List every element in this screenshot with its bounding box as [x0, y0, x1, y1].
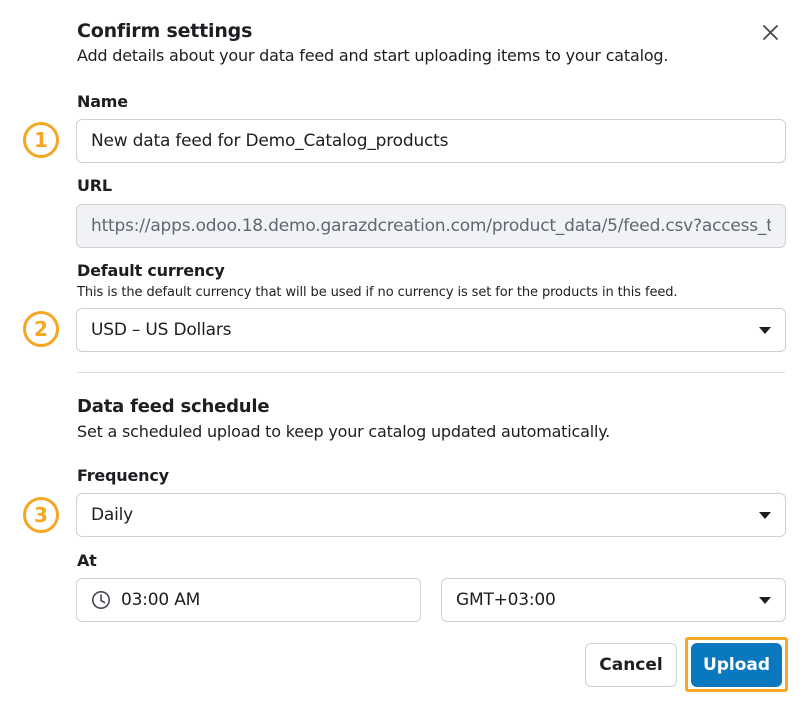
frequency-label: Frequency [77, 466, 169, 485]
time-input[interactable]: 03:00 AM [76, 578, 421, 622]
chevron-down-icon [759, 326, 771, 334]
frequency-select[interactable]: Daily [76, 493, 786, 537]
currency-help: This is the default currency that will b… [77, 285, 678, 300]
cancel-button[interactable]: Cancel [585, 643, 677, 687]
dialog-title: Confirm settings [77, 20, 253, 42]
chevron-down-icon [759, 511, 771, 519]
dialog-subtitle: Add details about your data feed and sta… [77, 46, 669, 65]
step-badge-3: 3 [23, 497, 59, 533]
name-input[interactable]: New data feed for Demo_Catalog_products [76, 119, 786, 163]
at-label: At [77, 551, 97, 570]
step-badge-2: 2 [23, 311, 59, 347]
step-badge-1: 1 [23, 122, 59, 158]
schedule-heading: Data feed schedule [77, 396, 270, 417]
chevron-down-icon [759, 596, 771, 604]
name-label: Name [77, 92, 128, 111]
clock-icon [92, 591, 110, 609]
name-input-value: New data feed for Demo_Catalog_products [91, 131, 449, 151]
url-input-value: https://apps.odoo.18.demo.garazdcreation… [91, 216, 771, 236]
url-label: URL [77, 176, 112, 195]
timezone-select-value: GMT+03:00 [456, 590, 556, 610]
frequency-select-value: Daily [91, 505, 134, 525]
url-input: https://apps.odoo.18.demo.garazdcreation… [76, 204, 786, 248]
currency-select-value: USD – US Dollars [91, 320, 232, 340]
time-input-value: 03:00 AM [121, 590, 201, 610]
currency-label: Default currency [77, 261, 225, 280]
timezone-select[interactable]: GMT+03:00 [441, 578, 786, 622]
close-icon [763, 25, 778, 40]
upload-button[interactable]: Upload [691, 643, 782, 687]
close-button[interactable] [758, 20, 784, 46]
schedule-description: Set a scheduled upload to keep your cata… [77, 422, 611, 441]
section-divider [77, 372, 785, 373]
currency-select[interactable]: USD – US Dollars [76, 308, 786, 352]
